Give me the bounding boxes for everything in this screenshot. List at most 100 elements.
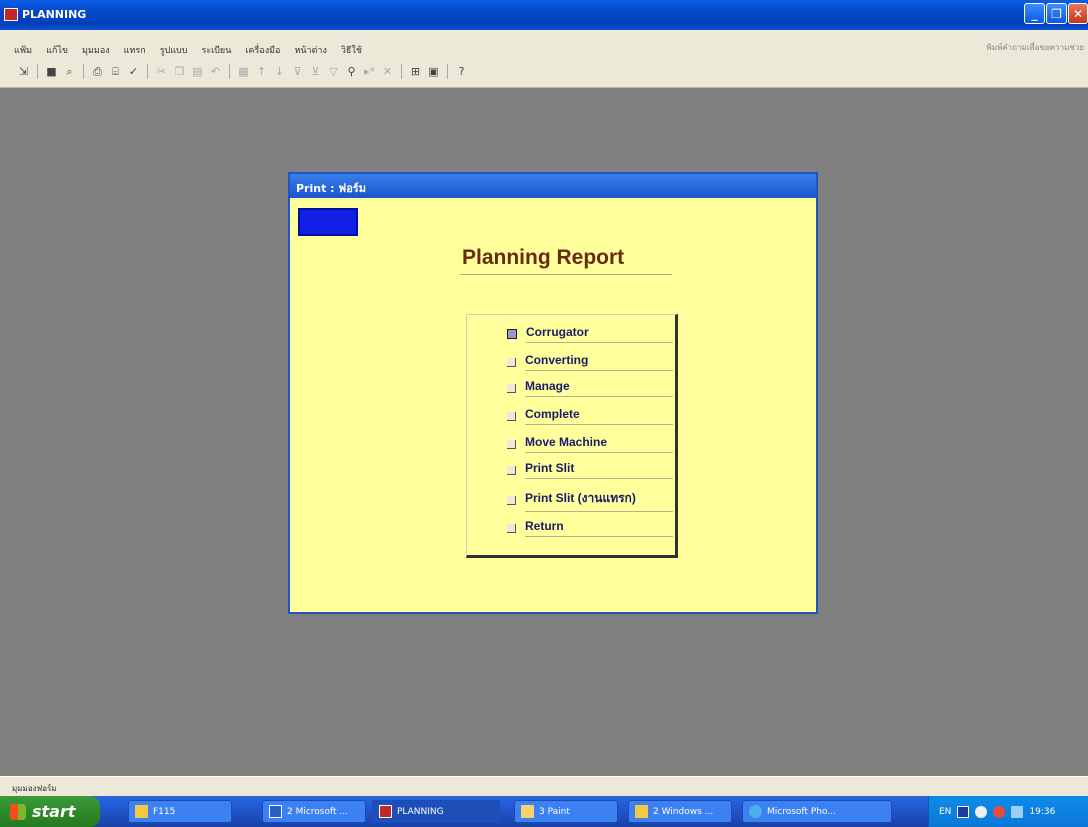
option-button[interactable] bbox=[507, 465, 516, 475]
option-corrugator[interactable]: Corrugator bbox=[507, 325, 673, 343]
option-complete[interactable]: Complete bbox=[507, 407, 673, 425]
task-paint[interactable]: 3 Paint bbox=[514, 800, 618, 823]
spelling-icon[interactable]: ✓ bbox=[126, 64, 141, 79]
option-button[interactable] bbox=[507, 439, 516, 449]
task-label: F115 bbox=[153, 806, 176, 817]
toolbar-separator bbox=[83, 64, 84, 79]
menu-tools[interactable]: เครื่องมือ bbox=[245, 43, 280, 57]
paste-icon[interactable]: ▤ bbox=[190, 64, 205, 79]
menu-help[interactable]: วิธีใช้ bbox=[341, 43, 362, 57]
option-move-machine[interactable]: Move Machine bbox=[507, 435, 673, 453]
option-converting[interactable]: Converting bbox=[507, 353, 673, 371]
option-label: Converting bbox=[525, 353, 673, 371]
task-label: Microsoft Pho... bbox=[767, 806, 836, 817]
start-button[interactable]: start bbox=[0, 796, 100, 827]
find-icon[interactable]: ⚲ bbox=[344, 64, 359, 79]
window-title: PLANNING bbox=[22, 8, 87, 21]
option-label: Print Slit bbox=[525, 461, 673, 479]
option-button[interactable] bbox=[507, 357, 516, 367]
cut-icon[interactable]: ✂ bbox=[154, 64, 169, 79]
print-preview-icon[interactable]: ⌸ bbox=[108, 64, 123, 79]
windows-logo-icon bbox=[10, 803, 26, 820]
toolbar-separator bbox=[37, 64, 38, 79]
copy-icon[interactable]: ❐ bbox=[172, 64, 187, 79]
option-label: Move Machine bbox=[525, 435, 673, 453]
menu-file[interactable]: แฟ้ม bbox=[14, 43, 32, 57]
logo-block bbox=[298, 208, 358, 236]
sort-descending-icon[interactable]: ↓ bbox=[272, 64, 287, 79]
database-window-icon[interactable]: ⊞ bbox=[408, 64, 423, 79]
task-label: 2 Microsoft ... bbox=[287, 806, 348, 817]
apply-filter-icon[interactable]: ▽ bbox=[326, 64, 341, 79]
search-file-icon[interactable]: ⌕ bbox=[62, 64, 77, 79]
option-label: Manage bbox=[525, 379, 673, 397]
volume-icon[interactable] bbox=[1011, 805, 1024, 818]
form-title-bar[interactable]: Print : ฟอร์ม bbox=[290, 174, 816, 198]
option-manage[interactable]: Manage bbox=[507, 379, 673, 397]
filter-icon[interactable]: ▦ bbox=[236, 64, 251, 79]
option-label: Complete bbox=[525, 407, 673, 425]
task-label: 2 Windows ... bbox=[653, 806, 714, 817]
sort-ascending-icon[interactable]: ↑ bbox=[254, 64, 269, 79]
print-form-window: Print : ฟอร์ม Planning Report Corrugator… bbox=[288, 172, 818, 614]
task-label: PLANNING bbox=[397, 806, 444, 817]
help-tray-icon[interactable] bbox=[957, 805, 970, 818]
option-print-slit-insert[interactable]: Print Slit (งานแทรก) bbox=[507, 489, 673, 512]
minimize-button[interactable]: _ bbox=[1024, 3, 1045, 24]
network-icon[interactable] bbox=[975, 805, 988, 818]
taskbar: start F115 2 Microsoft ... PLANNING 3 Pa… bbox=[0, 796, 1088, 827]
language-indicator[interactable]: EN bbox=[939, 807, 951, 817]
heading-underline bbox=[460, 274, 672, 275]
menu-format[interactable]: รูปแบบ bbox=[160, 43, 188, 57]
menu-insert[interactable]: แทรก bbox=[124, 43, 146, 57]
word-icon bbox=[269, 805, 282, 818]
option-button[interactable] bbox=[507, 411, 516, 421]
menu-window[interactable]: หน้าต่าง bbox=[294, 43, 326, 57]
save-icon[interactable]: ■ bbox=[44, 64, 59, 79]
report-options-panel: Corrugator Converting Manage Complete Mo… bbox=[466, 314, 678, 558]
restore-button[interactable]: ❐ bbox=[1046, 3, 1067, 24]
system-tray: EN 19:36 bbox=[928, 796, 1088, 827]
new-object-icon[interactable]: ▣ bbox=[426, 64, 441, 79]
status-text: มุมมองฟอร์ม bbox=[12, 784, 57, 793]
new-record-icon[interactable]: ▸* bbox=[362, 64, 377, 79]
task-windows-explorer[interactable]: 2 Windows ... bbox=[628, 800, 732, 823]
option-button-selected[interactable] bbox=[507, 329, 517, 339]
filter-by-selection-icon[interactable]: ⊽ bbox=[290, 64, 305, 79]
menu-view[interactable]: มุมมอง bbox=[82, 43, 110, 57]
folder-icon bbox=[635, 805, 648, 818]
photo-editor-icon bbox=[749, 805, 762, 818]
status-bar: มุมมองฟอร์ม bbox=[0, 776, 1088, 796]
print-icon[interactable]: ⎙ bbox=[90, 64, 105, 79]
option-button[interactable] bbox=[507, 383, 516, 393]
view-icon[interactable]: ⇲ bbox=[16, 64, 31, 79]
option-label: Corrugator bbox=[526, 325, 673, 343]
help-question-box[interactable]: พิมพ์คำถามเพื่อขอความช่วย bbox=[986, 41, 1084, 54]
help-icon[interactable]: ? bbox=[454, 64, 469, 79]
task-photo-editor[interactable]: Microsoft Pho... bbox=[742, 800, 892, 823]
option-print-slit[interactable]: Print Slit bbox=[507, 461, 673, 479]
start-label: start bbox=[32, 802, 76, 821]
close-button[interactable]: ✕ bbox=[1068, 3, 1088, 24]
clock: 19:36 bbox=[1029, 806, 1056, 817]
undo-icon[interactable]: ↶ bbox=[208, 64, 223, 79]
option-button[interactable] bbox=[507, 523, 516, 533]
menu-and-toolbar: แฟ้ม แก้ไข มุมมอง แทรก รูปแบบ ระเบียน เค… bbox=[0, 30, 1088, 88]
delete-record-icon[interactable]: ✕ bbox=[380, 64, 395, 79]
toolbar-separator bbox=[147, 64, 148, 79]
folder-icon bbox=[135, 805, 148, 818]
menu-edit[interactable]: แก้ไข bbox=[46, 43, 68, 57]
menu-records[interactable]: ระเบียน bbox=[201, 43, 231, 57]
option-return[interactable]: Return bbox=[507, 519, 673, 537]
access-app-icon[interactable] bbox=[4, 8, 18, 21]
option-button[interactable] bbox=[507, 496, 516, 505]
security-icon[interactable] bbox=[993, 805, 1006, 818]
task-label: 3 Paint bbox=[539, 806, 570, 817]
menu-bar: แฟ้ม แก้ไข มุมมอง แทรก รูปแบบ ระเบียน เค… bbox=[14, 43, 362, 57]
task-folder[interactable]: F115 bbox=[128, 800, 232, 823]
task-planning[interactable]: PLANNING bbox=[372, 800, 500, 823]
filter-by-form-icon[interactable]: ⊻ bbox=[308, 64, 323, 79]
task-word[interactable]: 2 Microsoft ... bbox=[262, 800, 366, 823]
access-icon bbox=[379, 805, 392, 818]
toolbar-separator bbox=[401, 64, 402, 79]
